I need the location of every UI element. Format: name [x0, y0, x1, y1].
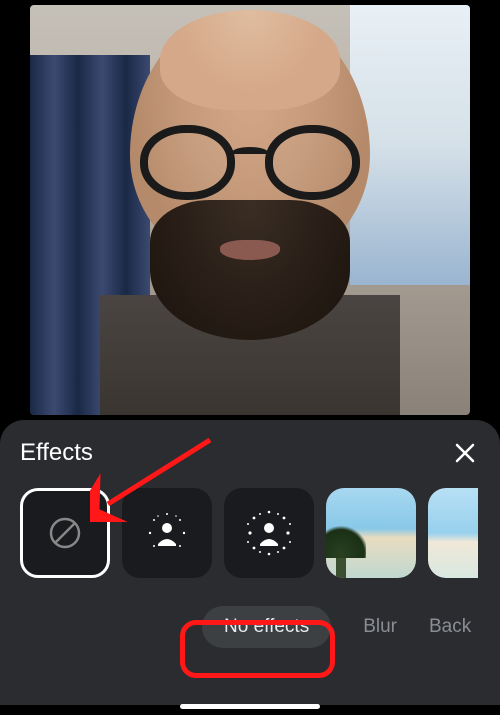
home-indicator — [180, 704, 320, 709]
effect-labels: No effects Blur Back — [0, 578, 500, 648]
effect-background-beach2-tile[interactable] — [428, 488, 478, 578]
close-button[interactable] — [450, 438, 480, 468]
effect-none-tile[interactable] — [20, 488, 110, 578]
effect-blur-strong-tile[interactable] — [224, 488, 314, 578]
effect-blur-light-tile[interactable] — [122, 488, 212, 578]
camera-feed — [30, 5, 470, 415]
label-no-effects[interactable]: No effects — [202, 606, 331, 648]
effects-panel: Effects — [0, 420, 500, 705]
video-preview — [0, 0, 500, 420]
blur-light-icon — [140, 506, 194, 560]
effect-background-beach1-tile[interactable] — [326, 488, 416, 578]
blur-strong-icon — [242, 506, 296, 560]
panel-title: Effects — [20, 439, 93, 467]
no-effect-icon — [47, 515, 83, 551]
effects-thumbnails — [0, 488, 500, 578]
close-icon — [455, 443, 475, 463]
label-back[interactable]: Back — [429, 616, 471, 638]
label-blur[interactable]: Blur — [363, 616, 397, 638]
